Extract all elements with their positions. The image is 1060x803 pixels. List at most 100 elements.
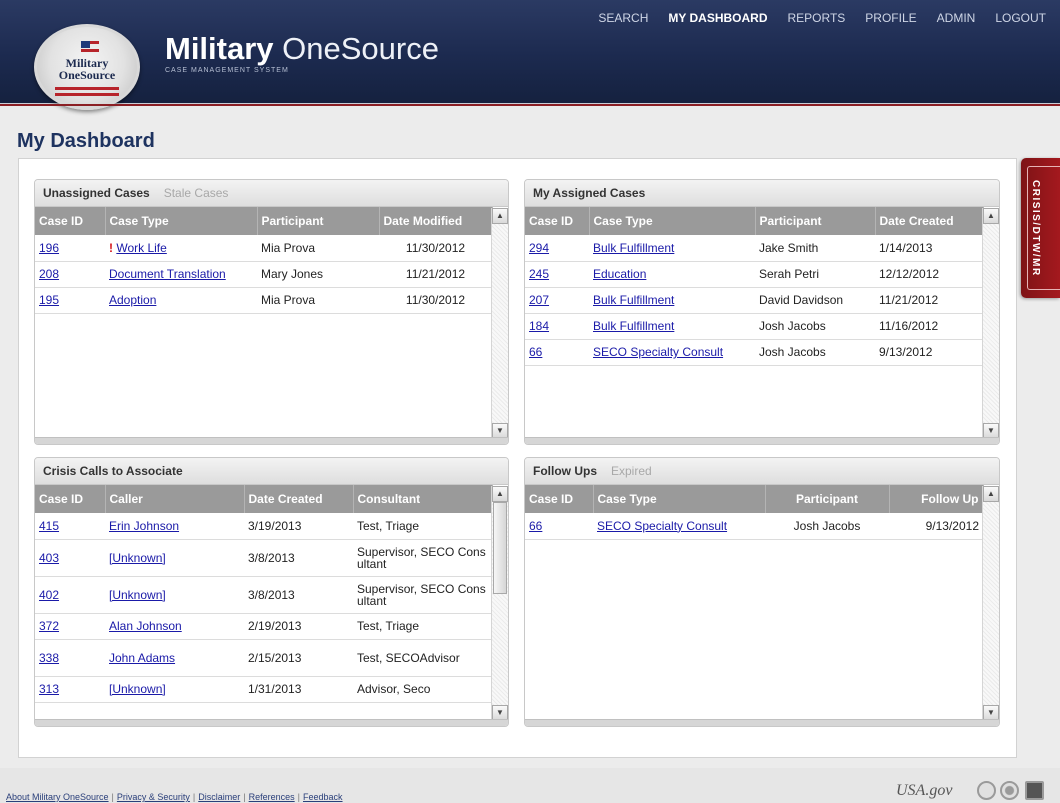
- footer-link-feedback[interactable]: Feedback: [303, 792, 343, 802]
- footer-link-about[interactable]: About Military OneSource: [6, 792, 109, 802]
- scrollbar[interactable]: ▲ ▼: [982, 208, 999, 439]
- crisis-calls-panel: Crisis Calls to Associate Case ID Caller…: [34, 457, 509, 727]
- column-header[interactable]: Case Type: [589, 207, 756, 235]
- caller-link[interactable]: Erin Johnson: [109, 519, 179, 533]
- column-header[interactable]: Case ID: [525, 207, 590, 235]
- usa-gov-logo[interactable]: USA.gov: [896, 782, 952, 800]
- footer-link-references[interactable]: References: [249, 792, 295, 802]
- case-id-link[interactable]: 196: [39, 241, 59, 255]
- column-header[interactable]: Participant: [257, 207, 380, 235]
- participant: Josh Jacobs: [755, 313, 875, 340]
- scrollbar[interactable]: ▲ ▼: [491, 208, 508, 439]
- nav-logout[interactable]: LOGOUT: [995, 11, 1046, 25]
- nav-reports[interactable]: REPORTS: [788, 11, 846, 25]
- case-id-link[interactable]: 415: [39, 519, 59, 533]
- scroll-up-arrow-icon[interactable]: ▲: [983, 486, 999, 502]
- case-id-link[interactable]: 66: [529, 345, 542, 359]
- column-header[interactable]: Case Type: [593, 485, 766, 513]
- tab-unassigned-cases[interactable]: Unassigned Cases: [43, 186, 150, 200]
- crisis-dtw-mr-tab[interactable]: CRISIS/DTW/MR: [1021, 158, 1060, 298]
- panel-tabs: My Assigned Cases: [525, 180, 999, 207]
- tab-my-assigned-cases[interactable]: My Assigned Cases: [533, 186, 645, 200]
- nav-admin[interactable]: ADMIN: [937, 11, 976, 25]
- site-footer: About Military OneSource | Privacy & Secur…: [0, 768, 1060, 803]
- column-header[interactable]: Consultant: [353, 485, 493, 513]
- panel-footer: [35, 437, 508, 444]
- column-header[interactable]: Case ID: [35, 207, 106, 235]
- brand-subtitle: CASE MANAGEMENT SYSTEM: [165, 67, 289, 74]
- column-header[interactable]: Case ID: [525, 485, 594, 513]
- column-header[interactable]: Date Created: [875, 207, 984, 235]
- case-id-link[interactable]: 66: [529, 519, 542, 533]
- case-id-link[interactable]: 294: [529, 241, 549, 255]
- table-row: 195 Adoption Mia Prova 11/30/2012: [35, 287, 492, 314]
- case-id-link[interactable]: 403: [39, 551, 59, 565]
- scroll-up-arrow-icon[interactable]: ▲: [983, 208, 999, 224]
- date-created: 12/12/2012: [875, 261, 983, 288]
- caller-link[interactable]: Alan Johnson: [109, 619, 182, 633]
- case-id-link[interactable]: 372: [39, 619, 59, 633]
- column-header[interactable]: Date Created: [244, 485, 354, 513]
- unassigned-cases-panel: Unassigned Cases Stale Cases Case ID Cas…: [34, 179, 509, 445]
- table-row: 313 [Unknown] 1/31/2013 Advisor, Seco: [35, 676, 492, 703]
- scrollbar[interactable]: ▲ ▼: [491, 486, 508, 721]
- case-id-link[interactable]: 184: [529, 319, 549, 333]
- column-header[interactable]: Case ID: [35, 485, 106, 513]
- column-header[interactable]: Date Modified: [379, 207, 493, 235]
- scroll-up-arrow-icon[interactable]: ▲: [492, 208, 508, 224]
- table-row: 207 Bulk Fulfillment David Davidson 11/2…: [525, 287, 983, 314]
- caller-link[interactable]: John Adams: [109, 651, 175, 665]
- column-header[interactable]: Case Type: [105, 207, 258, 235]
- case-type-link[interactable]: Document Translation: [109, 267, 226, 281]
- participant: Mary Jones: [257, 261, 379, 288]
- date-created: 1/31/2013: [244, 676, 353, 703]
- panel-footer: [525, 437, 999, 444]
- consultant: Test, Triage: [353, 513, 492, 540]
- column-header[interactable]: Caller: [105, 485, 245, 513]
- scrollbar[interactable]: ▲ ▼: [982, 486, 999, 721]
- tab-expired[interactable]: Expired: [611, 464, 652, 478]
- case-type-link[interactable]: Work Life: [116, 241, 166, 255]
- case-type-link[interactable]: Bulk Fulfillment: [593, 293, 674, 307]
- scroll-thumb[interactable]: [493, 502, 507, 594]
- footer-link-privacy[interactable]: Privacy & Security: [117, 792, 190, 802]
- tab-stale-cases[interactable]: Stale Cases: [164, 186, 229, 200]
- column-header[interactable]: Follow Up: [889, 485, 984, 513]
- case-type-link[interactable]: Education: [593, 267, 646, 281]
- column-header[interactable]: Participant: [755, 207, 876, 235]
- nav-search[interactable]: SEARCH: [598, 11, 648, 25]
- participant: David Davidson: [755, 287, 875, 314]
- agency-seal-icon[interactable]: [1000, 781, 1019, 800]
- my-assigned-cases-panel: My Assigned Cases Case ID Case Type Part…: [524, 179, 1000, 445]
- military-onesource-seal-logo[interactable]: Military OneSource: [34, 24, 140, 110]
- scroll-up-arrow-icon[interactable]: ▲: [492, 486, 508, 502]
- case-id-link[interactable]: 195: [39, 293, 59, 307]
- tab-follow-ups[interactable]: Follow Ups: [533, 464, 597, 478]
- caller-link[interactable]: [Unknown]: [109, 551, 166, 565]
- case-type-link[interactable]: Bulk Fulfillment: [593, 319, 674, 333]
- nav-profile[interactable]: PROFILE: [865, 11, 916, 25]
- case-id-link[interactable]: 207: [529, 293, 549, 307]
- accessibility-icon[interactable]: [1025, 781, 1044, 800]
- case-type-link[interactable]: Adoption: [109, 293, 156, 307]
- tab-crisis-calls[interactable]: Crisis Calls to Associate: [43, 464, 183, 478]
- dod-seal-icon[interactable]: [977, 781, 996, 800]
- nav-my-dashboard[interactable]: MY DASHBOARD: [668, 11, 767, 25]
- caller-link[interactable]: [Unknown]: [109, 588, 166, 602]
- seal-stripes: [55, 87, 119, 99]
- case-id-link[interactable]: 313: [39, 682, 59, 696]
- case-type-link[interactable]: SECO Specialty Consult: [593, 345, 723, 359]
- case-type-link[interactable]: Bulk Fulfillment: [593, 241, 674, 255]
- footer-link-disclaimer[interactable]: Disclaimer: [198, 792, 240, 802]
- case-id-link[interactable]: 208: [39, 267, 59, 281]
- case-id-link[interactable]: 338: [39, 651, 59, 665]
- column-header[interactable]: Participant: [765, 485, 890, 513]
- caller-link[interactable]: [Unknown]: [109, 682, 166, 696]
- consultant: Supervisor, SECO Consultant: [353, 539, 492, 577]
- table-row: 403 [Unknown] 3/8/2013 Supervisor, SECO …: [35, 539, 492, 577]
- date-modified: 11/21/2012: [379, 261, 492, 288]
- case-id-link[interactable]: 245: [529, 267, 549, 281]
- date-created: 3/8/2013: [244, 576, 353, 614]
- case-type-link[interactable]: SECO Specialty Consult: [597, 519, 727, 533]
- case-id-link[interactable]: 402: [39, 588, 59, 602]
